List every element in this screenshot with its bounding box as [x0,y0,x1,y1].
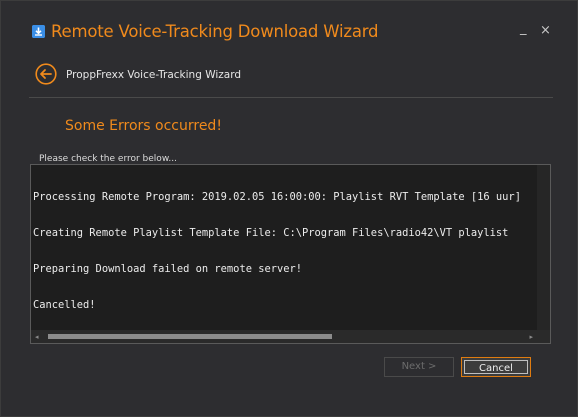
status-heading: Some Errors occurred! [65,118,222,134]
log-line: Processing Remote Program: 2019.02.05 16… [33,191,521,203]
title-bar[interactable]: Remote Voice-Tracking Download Wizard _ … [1,1,577,41]
log-lines: Processing Remote Program: 2019.02.05 16… [33,167,538,335]
log-line: Cancelled! [33,299,96,311]
wizard-window: Remote Voice-Tracking Download Wizard _ … [0,0,578,417]
prompt-label: Please check the error below... [39,154,177,164]
minimize-button[interactable]: _ [520,21,527,36]
scroll-thumb[interactable] [48,334,332,339]
wizard-title: ProppFrexx Voice-Tracking Wizard [66,69,242,81]
scroll-right-icon[interactable]: ▸ [529,333,533,341]
scroll-left-icon[interactable]: ◂ [35,333,39,341]
header-divider [29,97,553,98]
download-icon [32,25,45,38]
vertical-scrollbar[interactable] [537,165,550,331]
back-button[interactable] [35,63,57,85]
error-log-textbox[interactable]: Processing Remote Program: 2019.02.05 16… [30,164,551,344]
cancel-button[interactable]: Cancel [461,357,531,377]
cancel-button-label: Cancel [464,360,528,374]
log-line: Preparing Download failed on remote serv… [33,263,302,275]
next-button[interactable]: Next > [384,357,454,377]
log-line: Creating Remote Playlist Template File: … [33,227,509,239]
window-title: Remote Voice-Tracking Download Wizard [51,22,379,41]
close-button[interactable]: × [540,23,551,38]
horizontal-scrollbar[interactable]: ◂ ▸ [31,330,550,343]
back-arrow-circle-icon [35,63,57,85]
